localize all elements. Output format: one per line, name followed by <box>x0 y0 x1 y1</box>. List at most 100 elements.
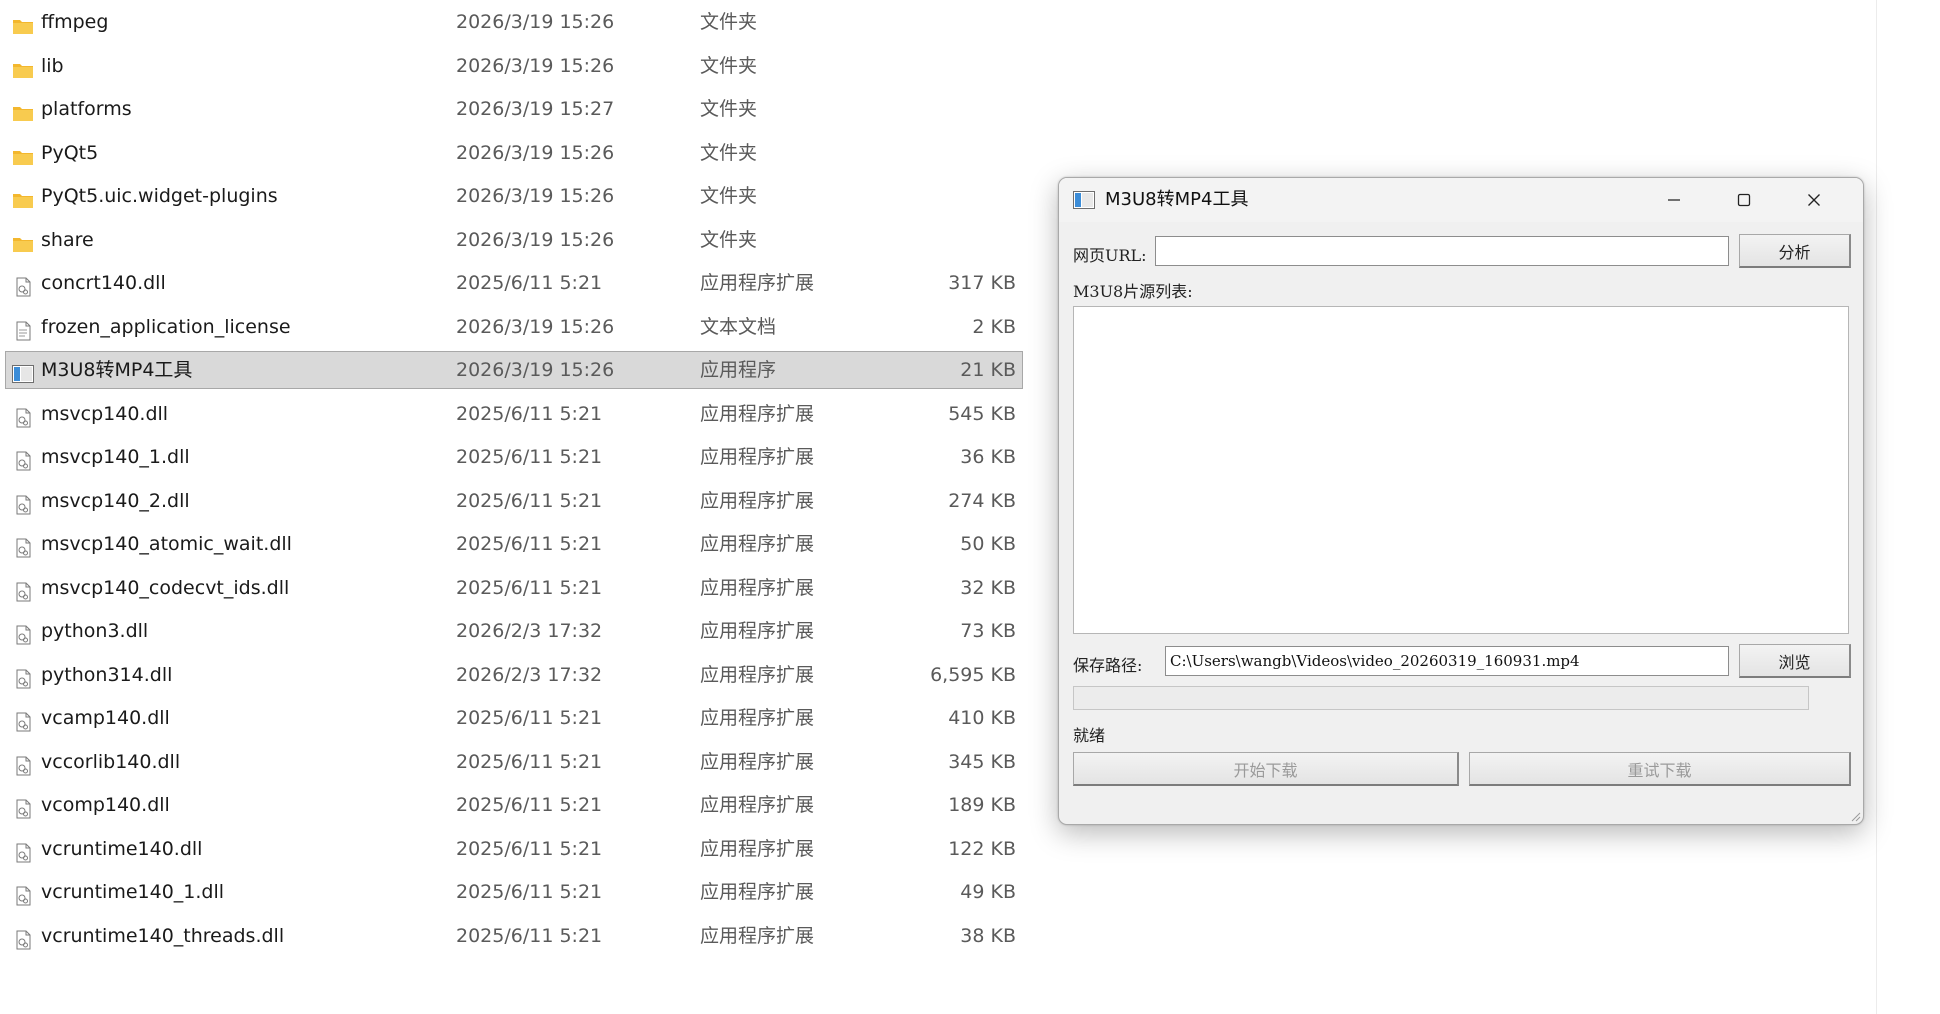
dll-icon <box>12 621 34 645</box>
file-type: 应用程序扩展 <box>700 489 815 512</box>
file-row[interactable]: msvcp140_codecvt_ids.dll 2025/6/11 5:21 应用… <box>6 570 1022 606</box>
file-row[interactable]: vcruntime140_threads.dll 2025/6/11 5:21 应用… <box>6 918 1022 954</box>
dll-icon <box>12 534 34 558</box>
file-row[interactable]: frozen_application_license 2026/3/19 15:2… <box>6 309 1022 345</box>
file-type: 应用程序 <box>700 359 777 381</box>
file-size: 2 KB <box>972 315 1016 338</box>
file-row[interactable]: M3U8转MP4工具 2026/3/19 15:26 应用程序 21 KB <box>5 351 1023 389</box>
file-name: PyQt5.uic.widget-plugins <box>41 185 278 207</box>
file-date-modified: 2025/6/11 5:21 <box>456 489 603 512</box>
file-name: M3U8转MP4工具 <box>41 359 193 381</box>
file-row[interactable]: vcamp140.dll 2025/6/11 5:21 应用程序扩展 410 KB <box>6 700 1022 736</box>
file-type: 应用程序扩展 <box>700 707 815 729</box>
text-file-icon <box>12 317 34 340</box>
file-size: 21 KB <box>960 359 1016 381</box>
dll-icon <box>12 447 34 471</box>
maximize-icon <box>1737 193 1751 207</box>
file-row[interactable]: msvcp140.dll 2025/6/11 5:21 应用程序扩展 545 KB <box>6 396 1022 432</box>
file-row[interactable]: vcruntime140_1.dll 2025/6/11 5:21 应用程序扩展 49… <box>6 874 1022 910</box>
file-row[interactable]: vcruntime140.dll 2025/6/11 5:21 应用程序扩展 122 … <box>6 831 1022 867</box>
file-size: 50 KB <box>960 533 1016 555</box>
file-type: 文本文档 <box>700 315 777 338</box>
file-name: vcamp140.dll <box>41 707 170 729</box>
file-row[interactable]: ffmpeg 2026/3/19 15:26 文件夹 <box>6 4 1022 40</box>
folder-icon <box>12 99 34 121</box>
file-size: 274 KB <box>948 489 1016 512</box>
file-row[interactable]: platforms 2026/3/19 15:27 文件夹 <box>6 91 1022 127</box>
file-name: msvcp140.dll <box>41 402 169 425</box>
file-row[interactable]: msvcp140_1.dll 2025/6/11 5:21 应用程序扩展 36 KB <box>6 439 1022 475</box>
file-size: 345 KB <box>948 750 1016 773</box>
title-bar[interactable]: M3U8转MP4工具 <box>1059 178 1863 222</box>
file-size: 38 KB <box>960 924 1016 947</box>
folder-icon <box>12 186 34 208</box>
retry-download-button[interactable]: 重试下载 <box>1469 752 1851 786</box>
file-row[interactable]: msvcp140_2.dll 2025/6/11 5:21 应用程序扩展 274 KB <box>6 483 1022 519</box>
dll-icon <box>12 882 34 906</box>
file-date-modified: 2025/6/11 5:21 <box>456 707 603 729</box>
save-path-label: 保存路径: <box>1073 656 1143 675</box>
file-row[interactable]: vccorlib140.dll 2025/6/11 5:21 应用程序扩展 345 K… <box>6 744 1022 780</box>
file-date-modified: 2026/2/3 17:32 <box>456 620 603 642</box>
file-type: 应用程序扩展 <box>700 272 815 294</box>
file-size: 122 KB <box>948 837 1016 860</box>
file-date-modified: 2026/3/19 15:26 <box>456 185 615 207</box>
file-row[interactable]: lib 2026/3/19 15:26 文件夹 <box>6 48 1022 84</box>
file-row[interactable]: share 2026/3/19 15:26 文件夹 <box>6 222 1022 258</box>
save-path-input[interactable] <box>1165 646 1729 676</box>
file-row[interactable]: vcomp140.dll 2025/6/11 5:21 应用程序扩展 189 KB <box>6 787 1022 823</box>
file-date-modified: 2026/3/19 15:26 <box>456 359 615 381</box>
dll-icon <box>12 926 34 949</box>
file-name: python3.dll <box>41 620 149 642</box>
file-date-modified: 2025/6/11 5:21 <box>456 924 603 947</box>
file-date-modified: 2026/3/19 15:26 <box>456 228 615 251</box>
file-row[interactable]: python3.dll 2026/2/3 17:32 应用程序扩展 73 KB <box>6 613 1022 649</box>
file-row[interactable]: python314.dll 2026/2/3 17:32 应用程序扩展 6,595 K… <box>6 657 1022 693</box>
analyze-button[interactable]: 分析 <box>1739 234 1851 268</box>
file-name: lib <box>41 54 64 77</box>
file-row[interactable]: concrt140.dll 2025/6/11 5:21 应用程序扩展 317 KB <box>6 265 1022 301</box>
close-icon <box>1808 194 1820 206</box>
status-label: 就绪 <box>1073 726 1106 745</box>
start-download-button[interactable]: 开始下载 <box>1073 752 1459 786</box>
file-type: 应用程序扩展 <box>700 402 815 425</box>
file-name: concrt140.dll <box>41 272 166 294</box>
file-date-modified: 2025/6/11 5:21 <box>456 533 603 555</box>
file-name: vcomp140.dll <box>41 794 170 816</box>
file-type: 应用程序扩展 <box>700 620 815 642</box>
folder-icon <box>12 56 34 78</box>
folder-icon <box>12 12 34 34</box>
m3u8-source-list[interactable] <box>1073 306 1849 634</box>
file-date-modified: 2026/3/19 15:26 <box>456 141 615 164</box>
minimize-button[interactable] <box>1639 178 1709 222</box>
file-row[interactable]: PyQt5 2026/3/19 15:26 文件夹 <box>6 135 1022 171</box>
dll-icon <box>12 578 34 601</box>
url-input[interactable] <box>1155 236 1729 266</box>
file-type: 文件夹 <box>700 141 758 164</box>
file-type: 应用程序扩展 <box>700 750 815 773</box>
dll-icon <box>12 404 34 427</box>
window-title: M3U8转MP4工具 <box>1105 189 1249 210</box>
maximize-button[interactable] <box>1709 178 1779 222</box>
file-type: 应用程序扩展 <box>700 924 815 947</box>
file-name: msvcp140_atomic_wait.dll <box>41 533 292 555</box>
file-name: msvcp140_2.dll <box>41 489 190 512</box>
file-date-modified: 2026/3/19 15:27 <box>456 98 615 120</box>
file-type: 文件夹 <box>700 228 758 251</box>
file-date-modified: 2026/2/3 17:32 <box>456 663 603 686</box>
file-type: 文件夹 <box>700 54 758 77</box>
file-row[interactable]: msvcp140_atomic_wait.dll 2025/6/11 5:21 应用… <box>6 526 1022 562</box>
file-date-modified: 2025/6/11 5:21 <box>456 794 603 816</box>
file-size: 36 KB <box>960 446 1016 468</box>
resize-grip-icon[interactable] <box>1849 810 1861 822</box>
minimize-icon <box>1668 199 1680 201</box>
close-button[interactable] <box>1779 178 1849 222</box>
file-name: msvcp140_codecvt_ids.dll <box>41 576 290 599</box>
file-size: 189 KB <box>948 794 1016 816</box>
file-date-modified: 2025/6/11 5:21 <box>456 272 603 294</box>
file-row[interactable]: PyQt5.uic.widget-plugins 2026/3/19 15:26 文… <box>6 178 1022 214</box>
file-date-modified: 2026/3/19 15:26 <box>456 11 615 33</box>
browse-button[interactable]: 浏览 <box>1739 644 1851 678</box>
file-name: PyQt5 <box>41 141 99 164</box>
file-name: platforms <box>41 98 132 120</box>
